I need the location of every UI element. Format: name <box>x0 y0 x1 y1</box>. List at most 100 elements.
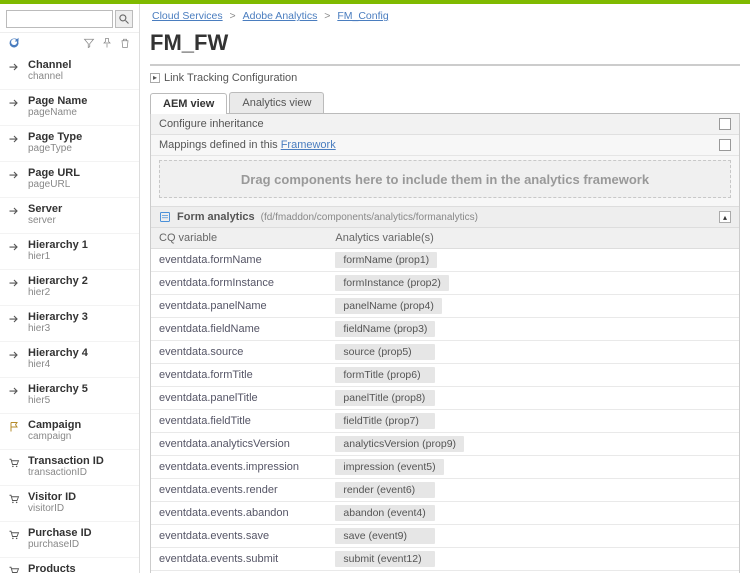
pin-icon[interactable] <box>101 37 113 52</box>
analytics-variable-cell: fieldTitle (prop7) <box>327 410 739 433</box>
cq-variable-cell: eventdata.events.abandon <box>151 502 327 525</box>
table-row[interactable]: eventdata.panelTitlepanelTitle (prop8) <box>151 387 739 410</box>
table-row[interactable]: eventdata.events.abandon abandon (event4) <box>151 502 739 525</box>
variable-pill[interactable]: impression (event5) <box>335 459 443 475</box>
mappings-header: Mappings defined in this Framework <box>151 135 739 156</box>
sidebar-item[interactable]: Hierarchy 5hier5 <box>0 378 139 414</box>
table-row[interactable]: eventdata.events.savesave (event9) <box>151 525 739 548</box>
sidebar-item[interactable]: Productsproducts <box>0 558 139 573</box>
sidebar-item[interactable]: Transaction IDtransactionID <box>0 450 139 486</box>
sidebar-item-sublabel: pageName <box>28 107 87 118</box>
sidebar-item[interactable]: Page URLpageURL <box>0 162 139 198</box>
cq-variable-cell: eventdata.fieldName <box>151 318 327 341</box>
sidebar-item-sublabel: transactionID <box>28 467 104 478</box>
refresh-icon[interactable] <box>8 37 20 52</box>
search-input[interactable] <box>6 10 113 28</box>
configure-inheritance-row[interactable]: Configure inheritance <box>151 114 739 135</box>
dropzone-text: Drag components here to include them in … <box>241 172 649 187</box>
table-row[interactable]: eventdata.fieldTitlefieldTitle (prop7) <box>151 410 739 433</box>
table-row[interactable]: eventdata.panelNamepanelName (prop4) <box>151 295 739 318</box>
sidebar-item[interactable]: Hierarchy 3hier3 <box>0 306 139 342</box>
sidebar-item-label: Visitor ID <box>28 491 76 503</box>
sidebar-item-label: Page URL <box>28 167 80 179</box>
variable-pill[interactable]: analyticsVersion (prop9) <box>335 436 464 452</box>
table-row[interactable]: eventdata.formName formName (prop1) <box>151 249 739 272</box>
variable-pill[interactable]: formTitle (prop6) <box>335 367 435 383</box>
sidebar-item[interactable]: Purchase IDpurchaseID <box>0 522 139 558</box>
cart-icon <box>8 457 20 469</box>
tab-analytics-view[interactable]: Analytics view <box>229 92 324 113</box>
inheritance-checkbox[interactable] <box>719 118 731 130</box>
arrow-icon <box>8 205 20 217</box>
trash-icon[interactable] <box>119 37 131 52</box>
sidebar-item-label: Purchase ID <box>28 527 92 539</box>
variable-pill[interactable]: submit (event12) <box>335 551 435 567</box>
mappings-header-text: Mappings defined in this Framework <box>159 139 336 151</box>
breadcrumb: Cloud Services > Adobe Analytics > FM_Co… <box>150 8 740 28</box>
sidebar-item[interactable]: Hierarchy 4hier4 <box>0 342 139 378</box>
crumb-cloud-services[interactable]: Cloud Services <box>152 10 223 22</box>
cart-icon <box>8 493 20 505</box>
mappings-checkbox[interactable] <box>719 139 731 151</box>
variable-pill[interactable]: source (prop5) <box>335 344 435 360</box>
framework-link[interactable]: Framework <box>281 139 336 151</box>
arrow-icon <box>8 349 20 361</box>
variable-pill[interactable]: panelTitle (prop8) <box>335 390 435 406</box>
variable-pill[interactable]: formName (prop1) <box>335 252 437 268</box>
configure-inheritance-label: Configure inheritance <box>159 118 264 130</box>
magnifier-icon <box>118 13 130 25</box>
cq-variable-cell: eventdata.events.impression <box>151 456 327 479</box>
crumb-adobe-analytics[interactable]: Adobe Analytics <box>243 10 318 22</box>
sidebar-item[interactable]: Serverserver <box>0 198 139 234</box>
sidebar-item[interactable]: Page NamepageName <box>0 90 139 126</box>
component-dropzone[interactable]: Drag components here to include them in … <box>159 160 731 198</box>
link-tracking-toggle[interactable]: ▸ Link Tracking Configuration <box>150 70 740 92</box>
search-button[interactable] <box>115 10 133 28</box>
table-row[interactable]: eventdata.analyticsVersionanalyticsVersi… <box>151 433 739 456</box>
sidebar-list[interactable]: ChannelchannelPage NamepageNamePage Type… <box>0 54 139 573</box>
table-row[interactable]: eventdata.formInstanceformInstance (prop… <box>151 272 739 295</box>
variable-pill[interactable]: fieldTitle (prop7) <box>335 413 435 429</box>
sidebar-item[interactable]: Page TypepageType <box>0 126 139 162</box>
sidebar-item-sublabel: visitorID <box>28 503 76 514</box>
sidebar-item[interactable]: Hierarchy 1hier1 <box>0 234 139 270</box>
sidebar-item[interactable]: Visitor IDvisitorID <box>0 486 139 522</box>
variable-pill[interactable]: fieldName (prop3) <box>335 321 435 337</box>
form-analytics-header[interactable]: Form analytics (fd/fmaddon/components/an… <box>151 206 739 228</box>
collapse-triangle-icon: ▸ <box>150 73 160 83</box>
sidebar-item-sublabel: hier2 <box>28 287 88 298</box>
tab-aem-view[interactable]: AEM view <box>150 93 227 114</box>
arrow-icon <box>8 133 20 145</box>
main-content: Cloud Services > Adobe Analytics > FM_Co… <box>140 4 750 573</box>
table-row[interactable]: eventdata.formTitleformTitle (prop6) <box>151 364 739 387</box>
variable-pill[interactable]: formInstance (prop2) <box>335 275 448 291</box>
sidebar-item-label: Products <box>28 563 76 573</box>
sidebar-item[interactable]: Channelchannel <box>0 54 139 90</box>
arrow-icon <box>8 61 20 73</box>
table-row[interactable]: eventdata.events.renderrender (event6) <box>151 479 739 502</box>
table-row[interactable]: eventdata.events.impression impression (e… <box>151 456 739 479</box>
th-cq-variable: CQ variable <box>151 228 327 249</box>
variable-pill[interactable]: render (event6) <box>335 482 435 498</box>
sidebar-item-sublabel: hier4 <box>28 359 88 370</box>
variable-pill[interactable]: panelName (prop4) <box>335 298 441 314</box>
variable-pill[interactable]: save (event9) <box>335 528 435 544</box>
sidebar-item-sublabel: campaign <box>28 431 81 442</box>
cart-icon <box>8 529 20 541</box>
arrow-icon <box>8 313 20 325</box>
table-row[interactable]: eventdata.events.submit submit (event12) <box>151 548 739 571</box>
variable-pill[interactable]: abandon (event4) <box>335 505 435 521</box>
crumb-fm-config[interactable]: FM_Config <box>337 10 388 22</box>
cq-variable-cell: eventdata.events.submit <box>151 548 327 571</box>
cart-icon <box>8 565 20 573</box>
sidebar-item-sublabel: pageURL <box>28 179 80 190</box>
sidebar-item[interactable]: Hierarchy 2hier2 <box>0 270 139 306</box>
table-row[interactable]: eventdata.sourcesource (prop5) <box>151 341 739 364</box>
cq-variable-cell: eventdata.formName <box>151 249 327 272</box>
filter-icon[interactable] <box>83 37 95 52</box>
sidebar-item[interactable]: Campaigncampaign <box>0 414 139 450</box>
table-row[interactable]: eventdata.fieldName fieldName (prop3) <box>151 318 739 341</box>
analytics-variable-cell: analyticsVersion (prop9) <box>327 433 739 456</box>
analytics-variable-cell: source (prop5) <box>327 341 739 364</box>
collapse-caret-icon[interactable]: ▴ <box>719 211 731 223</box>
